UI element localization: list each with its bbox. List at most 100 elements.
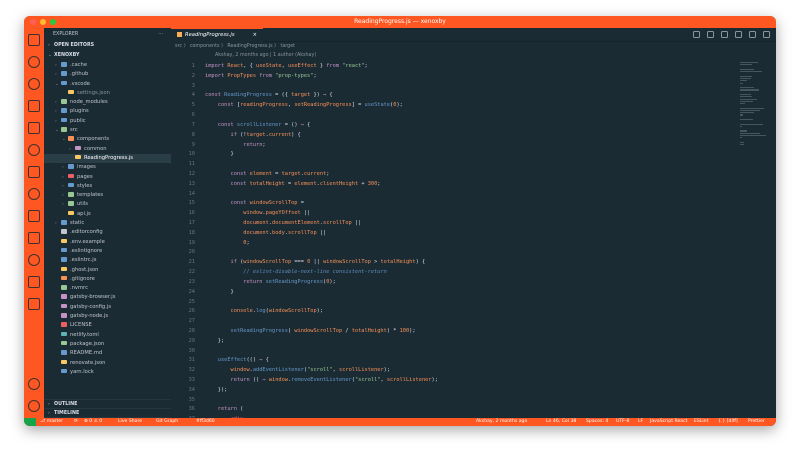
tree-item[interactable]: .eslintrc.js: [44, 256, 171, 265]
project-section[interactable]: ⌄ XENOXBY: [44, 51, 171, 61]
tree-item[interactable]: api.js: [44, 210, 171, 219]
code-line[interactable]: 22 // eslint-disable-next-line consisten…: [171, 268, 776, 278]
indentation[interactable]: Spaces: 4: [586, 418, 608, 426]
codelens-blame[interactable]: Akshay, 2 months ago | 1 author (Akshay): [171, 51, 776, 60]
explorer-more-button[interactable]: ···: [158, 28, 163, 41]
code-line[interactable]: 36 return (: [171, 405, 776, 415]
tree-item[interactable]: › public: [44, 117, 171, 126]
encoding[interactable]: UTF-8: [616, 418, 629, 426]
tree-item[interactable]: › .github: [44, 70, 171, 79]
code-line[interactable]: 27: [171, 317, 776, 327]
code-line[interactable]: 30: [171, 347, 776, 357]
maximize-window-button[interactable]: [50, 19, 56, 25]
tree-item[interactable]: › templates: [44, 191, 171, 200]
tree-item[interactable]: gatsby-browser.js: [44, 293, 171, 302]
code-line[interactable]: 19 0;: [171, 239, 776, 249]
remote-explorer-icon[interactable]: [28, 144, 40, 156]
tree-item[interactable]: › .cache: [44, 61, 171, 70]
code-line[interactable]: 15 const windowScrollTop =: [171, 199, 776, 209]
code-line[interactable]: 2 import PropTypes from "prop-types";: [171, 72, 776, 82]
code-line[interactable]: 12 const element = target.current;: [171, 170, 776, 180]
code-line[interactable]: 31 useEffect(() ⇒ {: [171, 356, 776, 366]
tree-item[interactable]: .editorconfig: [44, 228, 171, 237]
eslint-status[interactable]: ESLint: [694, 418, 708, 426]
docker-icon[interactable]: [28, 188, 40, 200]
minimize-window-button[interactable]: [40, 19, 46, 25]
tab-close-icon[interactable]: ×: [253, 29, 257, 42]
tree-item[interactable]: .env.example: [44, 238, 171, 247]
code-editor[interactable]: 1 import React, { useState, useEffect } f…: [171, 62, 776, 425]
code-line[interactable]: 34 });: [171, 386, 776, 396]
code-line[interactable]: 25: [171, 298, 776, 308]
branch-indicator[interactable]: ⎇ master: [40, 418, 63, 426]
remote-indicator[interactable]: [24, 418, 36, 426]
explorer-icon[interactable]: [28, 34, 40, 46]
end-of-line[interactable]: LF: [638, 418, 643, 426]
close-window-button[interactable]: [30, 19, 36, 25]
terminal-icon[interactable]: [28, 298, 40, 310]
code-line[interactable]: 20: [171, 248, 776, 258]
code-line[interactable]: 24 }: [171, 288, 776, 298]
folder-icon[interactable]: [28, 210, 40, 222]
code-line[interactable]: 11: [171, 160, 776, 170]
tree-item[interactable]: ⌄ components: [44, 135, 171, 144]
breadcrumb[interactable]: src 〉 components 〉 ReadingProgress.js 〉 …: [171, 42, 776, 51]
code-line[interactable]: 10 }: [171, 150, 776, 160]
tree-item[interactable]: .eslintignore: [44, 247, 171, 256]
tab-reading-progress[interactable]: ReadingProgress.js ×: [171, 28, 263, 42]
settings-gear-icon[interactable]: [28, 400, 40, 412]
minimap[interactable]: [740, 62, 768, 146]
code-line[interactable]: 3: [171, 82, 776, 92]
code-line[interactable]: 32 window.addEventListener("scroll", scr…: [171, 366, 776, 376]
extensions-icon[interactable]: [28, 122, 40, 134]
code-line[interactable]: 26 console.log(windowScrollTop);: [171, 307, 776, 317]
more-actions-icon[interactable]: [763, 31, 770, 38]
live-share-icon[interactable]: [28, 276, 40, 288]
diff-status[interactable]: {.} [diff]: [718, 418, 738, 426]
tree-item[interactable]: › static: [44, 219, 171, 228]
tree-item[interactable]: renovate.json: [44, 359, 171, 368]
account-icon[interactable]: [28, 378, 40, 390]
tree-item[interactable]: ⌄ src: [44, 126, 171, 135]
tree-item[interactable]: LICENSE: [44, 321, 171, 330]
cursor-position[interactable]: Ln 46, Col 38: [546, 418, 576, 426]
testing-icon[interactable]: [28, 166, 40, 178]
tree-item[interactable]: netlify.toml: [44, 331, 171, 340]
timeline-section[interactable]: › TIMELINE: [44, 408, 171, 417]
tree-item[interactable]: › images: [44, 163, 171, 172]
search-icon[interactable]: [28, 56, 40, 68]
outline-section[interactable]: › OUTLINE: [44, 399, 171, 408]
live-share-button[interactable]: Live Share: [118, 418, 142, 426]
problems-indicator[interactable]: ⊗ 0 ⚠ 0: [84, 418, 102, 426]
bookmark-icon[interactable]: [28, 232, 40, 244]
code-line[interactable]: 21 if (windowScrollTop === 0 || windowSc…: [171, 258, 776, 268]
tree-item[interactable]: › utils: [44, 200, 171, 209]
code-line[interactable]: 6: [171, 111, 776, 121]
code-line[interactable]: 9 return;: [171, 141, 776, 151]
tree-item[interactable]: › styles: [44, 182, 171, 191]
tree-item[interactable]: gatsby-config.js: [44, 303, 171, 312]
code-line[interactable]: 29 };: [171, 337, 776, 347]
code-line[interactable]: 28 setReadingProgress( windowScrollTop /…: [171, 327, 776, 337]
sync-button[interactable]: ⟳: [74, 418, 78, 426]
preview-icon[interactable]: [735, 31, 742, 38]
tree-item[interactable]: yarn.lock: [44, 368, 171, 377]
tree-item[interactable]: gatsby-node.js: [44, 312, 171, 321]
code-line[interactable]: 18 document.body.scrollTop ||: [171, 229, 776, 239]
prettier-status[interactable]: Prettier: [748, 418, 765, 426]
split-editor-icon[interactable]: [749, 31, 756, 38]
git-graph-icon[interactable]: [28, 254, 40, 266]
tree-item[interactable]: › node_modules: [44, 98, 171, 107]
tree-item[interactable]: ReadingProgress.js: [44, 153, 171, 164]
tree-item[interactable]: ⌄ .vscode: [44, 80, 171, 89]
tree-item[interactable]: › pages: [44, 173, 171, 182]
code-line[interactable]: 8 if (!target.current) {: [171, 131, 776, 141]
tree-item[interactable]: README.md: [44, 349, 171, 358]
code-line[interactable]: 7 const scrollListener = () ⇒ {: [171, 121, 776, 131]
code-line[interactable]: 17 document.documentElement.scrollTop ||: [171, 219, 776, 229]
debug-icon[interactable]: [28, 100, 40, 112]
code-line[interactable]: 16 window.pageYOffset ||: [171, 209, 776, 219]
code-line[interactable]: 35: [171, 396, 776, 406]
git-blame-status[interactable]: Akshay, 2 months ago: [476, 418, 527, 426]
tree-item[interactable]: › plugins: [44, 107, 171, 116]
